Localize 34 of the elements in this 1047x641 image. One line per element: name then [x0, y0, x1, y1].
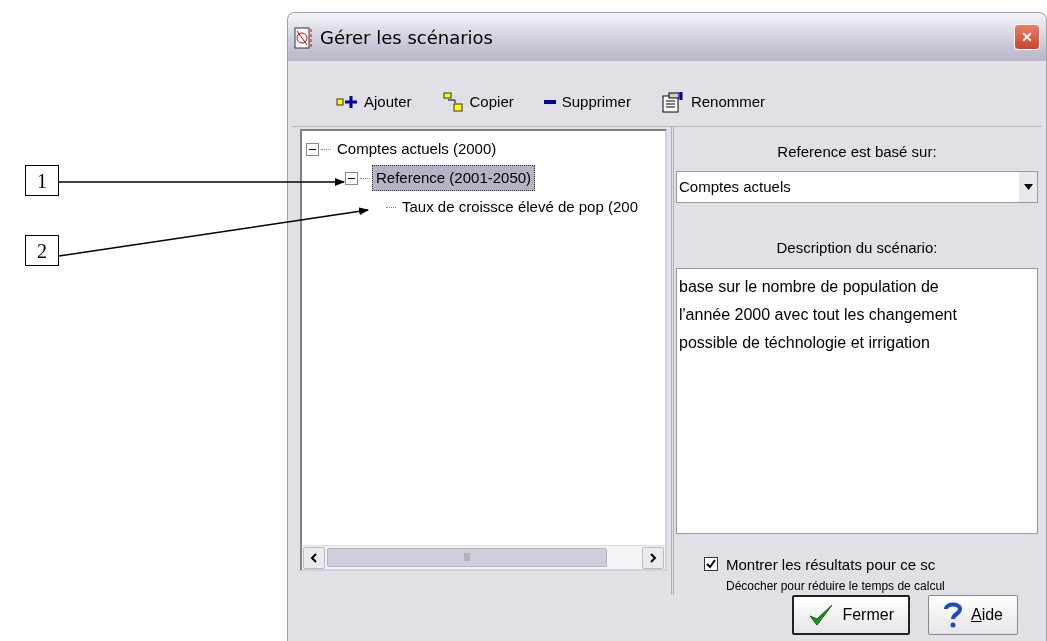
checkbox-label: Montrer les résultats pour ce sc: [726, 555, 936, 575]
dropdown-arrow-icon: [1023, 184, 1033, 190]
add-button[interactable]: Ajouter: [332, 89, 416, 116]
hint-text: Décocher pour réduire le temps de calcul: [725, 577, 946, 595]
scroll-left-button[interactable]: [303, 546, 325, 569]
window-title: Gérer les scénarios: [320, 25, 493, 50]
horizontal-scrollbar[interactable]: [302, 544, 665, 569]
collapse-icon[interactable]: [306, 142, 319, 156]
copy-button[interactable]: Copier: [437, 89, 518, 116]
tree-item[interactable]: Taux de croissce élevé de pop (200: [398, 193, 642, 221]
checkbox[interactable]: [704, 557, 718, 571]
rename-icon: [660, 91, 685, 114]
delete-button[interactable]: Supprimer: [539, 89, 635, 116]
close-button[interactable]: Fermer: [792, 594, 910, 635]
description-field[interactable]: base sur le nombre de population de l'année 2000 avec tout les changement possible de téchnologie et irrigation: [676, 267, 1038, 534]
app-icon: [294, 26, 314, 49]
add-icon: [336, 95, 358, 110]
field-label: Description du scénario:: [775, 238, 939, 258]
callout-label: 2: [25, 235, 59, 266]
base-dropdown[interactable]: Comptes actuels: [676, 171, 1038, 203]
tree-item[interactable]: Comptes actuels (2000): [333, 135, 501, 163]
scroll-thumb[interactable]: [327, 547, 607, 567]
checkmark-icon: [808, 602, 835, 627]
callout-label: 1: [25, 165, 59, 196]
help-button[interactable]: Aide: [927, 594, 1018, 635]
scroll-right-button[interactable]: [642, 546, 664, 569]
rename-button[interactable]: Renommer: [656, 89, 770, 116]
collapse-icon[interactable]: [345, 171, 358, 185]
tree-item[interactable]: Reference (2001-2050): [372, 164, 536, 192]
copy-icon: [441, 92, 464, 113]
close-button[interactable]: [1014, 24, 1040, 50]
help-icon: [942, 600, 963, 629]
delete-icon: [543, 99, 556, 106]
field-label: Reference est basé sur:: [776, 141, 938, 162]
